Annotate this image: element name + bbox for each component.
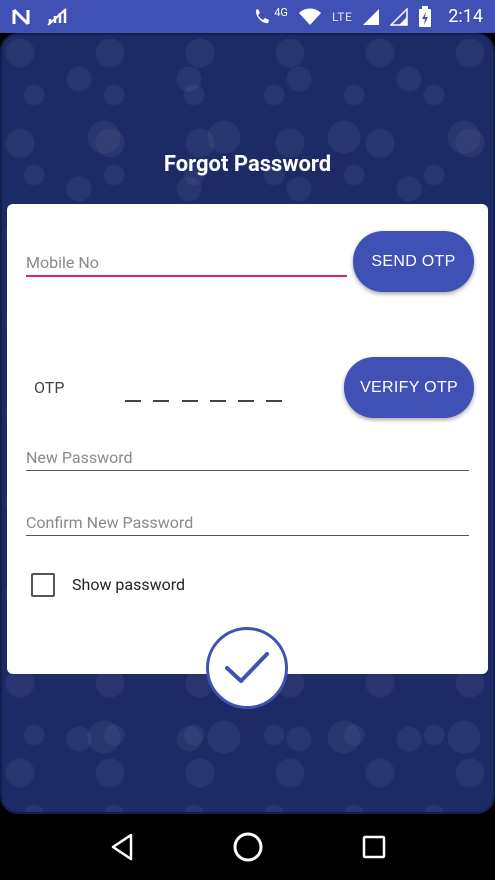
mobile-input-underline <box>26 275 347 277</box>
otp-digit-5 <box>238 400 254 402</box>
otp-digit-3 <box>182 400 198 402</box>
submit-button[interactable] <box>206 627 288 709</box>
show-password-checkbox[interactable] <box>31 573 55 597</box>
check-icon <box>225 652 269 683</box>
otp-input[interactable] <box>122 380 292 406</box>
otp-digit-1 <box>125 400 141 402</box>
network-type: 4G <box>274 6 288 19</box>
send-otp-button[interactable]: SEND OTP <box>353 231 474 292</box>
show-password-label[interactable]: Show password <box>72 575 185 594</box>
navigation-bar <box>0 814 495 880</box>
cell-signal-icon <box>363 8 380 25</box>
cell-signal-2-icon <box>390 7 409 26</box>
otp-label: OTP <box>34 378 65 397</box>
confirm-password-input[interactable]: Confirm New Password <box>26 513 466 532</box>
signal-off-icon <box>47 7 67 26</box>
verify-otp-button[interactable]: VERIFY OTP <box>344 357 474 418</box>
mobile-input[interactable]: Mobile No <box>26 253 346 272</box>
lte-label: LTE <box>331 9 353 24</box>
confirm-password-underline <box>26 535 469 536</box>
back-icon[interactable] <box>109 833 135 861</box>
page-title: Forgot Password <box>163 152 332 177</box>
home-icon[interactable] <box>232 831 264 863</box>
clock: 2:14 <box>448 6 483 27</box>
recents-icon[interactable] <box>362 835 386 859</box>
wifi-icon <box>298 8 321 25</box>
otp-digit-2 <box>153 400 169 402</box>
new-password-underline <box>26 470 469 471</box>
battery-icon <box>419 5 432 27</box>
new-password-input[interactable]: New Password <box>26 448 466 467</box>
otp-digit-4 <box>210 400 226 402</box>
call-wifi-icon <box>256 8 270 23</box>
otp-digit-6 <box>266 400 282 402</box>
status-bar: 4G LTE 2:14 <box>0 0 495 33</box>
notification-n-icon <box>12 8 30 25</box>
